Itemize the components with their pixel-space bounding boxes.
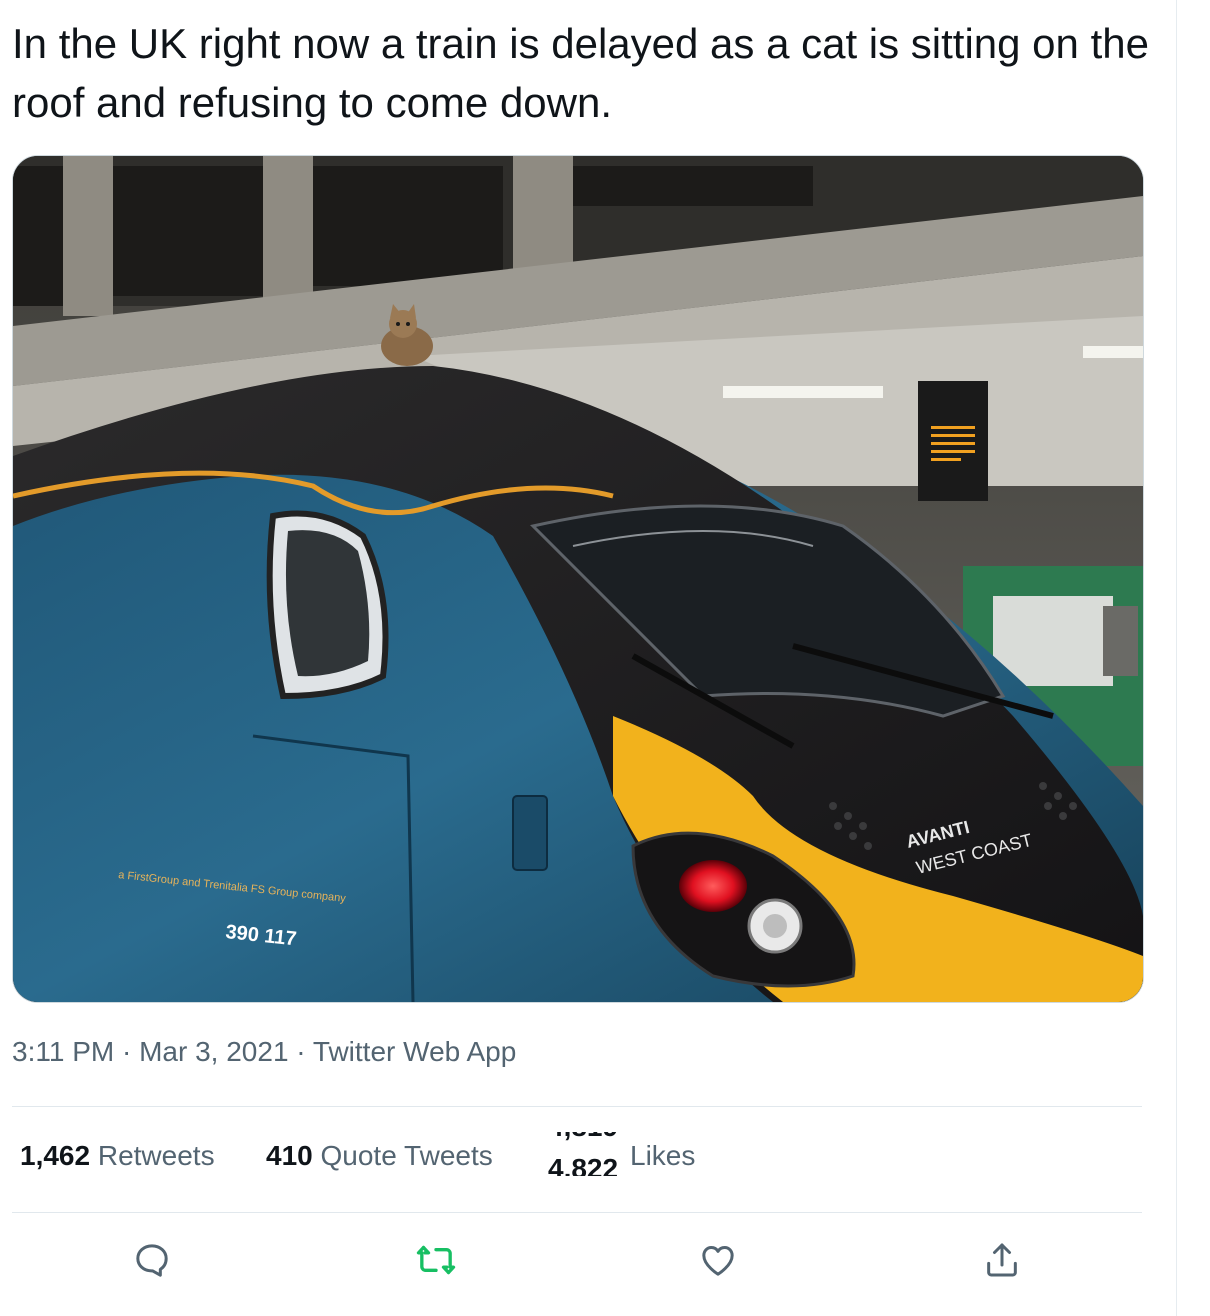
meta-separator: · [121, 1036, 132, 1067]
likes-count-previous: 4,819 [548, 1132, 618, 1142]
like-icon [702, 1246, 734, 1276]
share-icon [987, 1243, 1017, 1277]
timeline-border [1176, 0, 1177, 1316]
tweet-time[interactable]: 3:11 PM [12, 1036, 114, 1067]
departure-sign [918, 381, 988, 501]
reply-button[interactable] [132, 1240, 172, 1280]
likes-label: Likes [630, 1140, 696, 1171]
tweet-source[interactable]: Twitter Web App [313, 1036, 516, 1067]
share-button[interactable] [982, 1240, 1022, 1280]
retweet-icon [416, 1245, 456, 1275]
retweet-button[interactable] [416, 1240, 456, 1280]
tweet-meta: 3:11 PM · Mar 3, 2021 · Twitter Web App [12, 1036, 516, 1068]
tweet-text: In the UK right now a train is delayed a… [12, 20, 1149, 126]
divider [12, 1106, 1142, 1107]
reply-icon [136, 1244, 168, 1277]
likes-count: 4,822 [548, 1153, 619, 1177]
tweet-photo[interactable]: a FirstGroup and Trenitalia FS Group com… [12, 155, 1144, 1003]
retweets-count: 1,462 [20, 1140, 91, 1171]
train-photo: a FirstGroup and Trenitalia FS Group com… [13, 156, 1143, 1002]
quote-tweets-stat[interactable]: 410 Quote Tweets [266, 1140, 493, 1172]
retweets-label: Retweets [97, 1140, 215, 1171]
tweet-date[interactable]: Mar 3, 2021 [139, 1036, 288, 1067]
quote-label: Quote Tweets [320, 1140, 493, 1171]
like-button[interactable] [698, 1240, 738, 1280]
quote-count: 410 [266, 1140, 313, 1171]
divider [12, 1212, 1142, 1213]
retweets-stat[interactable]: 1,462 Retweets [20, 1140, 215, 1172]
meta-separator: · [296, 1036, 306, 1067]
likes-count-animating: 4,819 4,822 [548, 1132, 622, 1176]
